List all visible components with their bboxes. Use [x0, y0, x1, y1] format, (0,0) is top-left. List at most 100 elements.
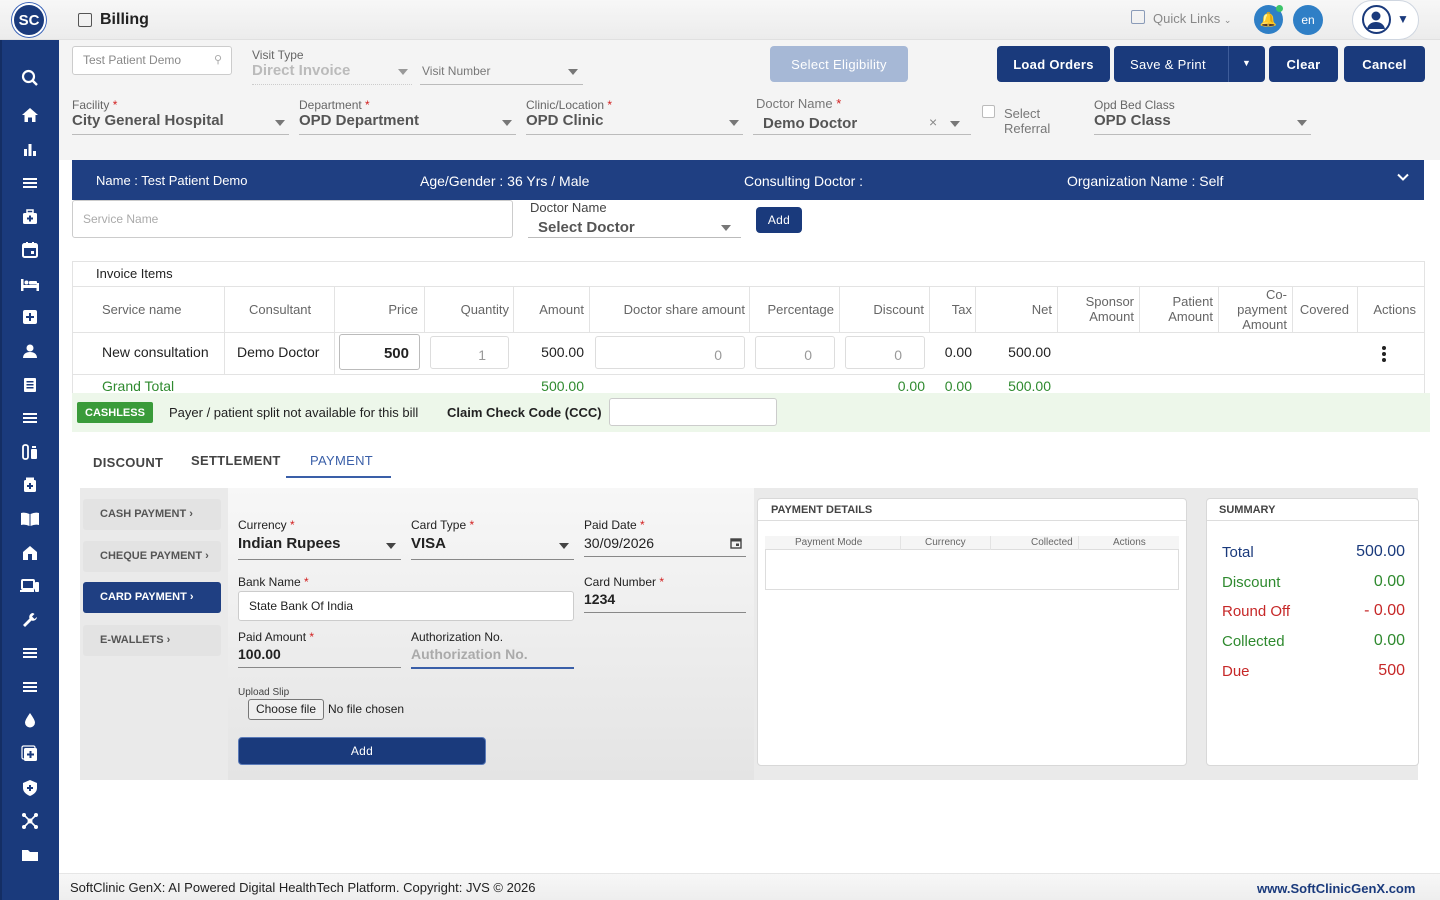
add-payment-button[interactable]: Add — [238, 737, 486, 765]
currency-underline — [238, 559, 401, 560]
card-number-underline — [584, 612, 746, 613]
search-icon[interactable] — [19, 69, 41, 91]
doctor-select[interactable]: Demo Doctor — [763, 115, 857, 132]
app-logo[interactable]: SC — [12, 3, 46, 37]
building-icon[interactable] — [19, 544, 41, 566]
auth-underline — [411, 667, 574, 669]
sidebar — [0, 40, 59, 900]
folder-icon[interactable] — [19, 846, 41, 868]
col-divider — [589, 286, 590, 333]
doctor-share-input[interactable]: 0 — [595, 336, 745, 369]
invoice-items-title: Invoice Items — [96, 266, 173, 281]
col-divider — [1057, 286, 1058, 333]
clear-x-icon[interactable]: × — [929, 114, 937, 130]
menu-icon[interactable] — [19, 678, 41, 700]
pill-icon[interactable] — [19, 476, 41, 498]
ccc-input[interactable] — [609, 398, 777, 426]
price-input[interactable]: 500 — [339, 334, 420, 370]
e-wallets-button[interactable]: E-WALLETS › — [83, 625, 221, 656]
vial-icon[interactable] — [19, 443, 41, 465]
referral-checkbox[interactable] — [982, 105, 995, 118]
language-button[interactable]: en — [1293, 5, 1323, 35]
menu-icon[interactable] — [19, 409, 41, 431]
summary-discount-value: 0.00 — [1373, 573, 1405, 590]
clinic-select[interactable]: OPD Clinic — [526, 112, 604, 129]
ccc-label: Claim Check Code (CCC) — [447, 405, 602, 420]
upload-slip-label: Upload Slip — [238, 687, 290, 698]
chevron-down-icon — [1297, 120, 1307, 126]
quick-links-icon[interactable] — [1131, 10, 1145, 24]
facility-select[interactable]: City General Hospital — [72, 112, 224, 129]
tab-payment[interactable]: PAYMENT — [310, 453, 373, 468]
bank-name-input[interactable]: State Bank Of India — [238, 591, 574, 621]
auth-input[interactable]: Authorization No. — [411, 646, 528, 662]
col-divider — [1357, 286, 1358, 333]
pd-col-collected: Collected — [1031, 537, 1073, 548]
visit-type-select[interactable]: Direct Invoice — [252, 62, 350, 79]
card-number-input[interactable]: 1234 — [584, 591, 615, 607]
select-referral-label: Select Referral — [1004, 106, 1051, 136]
patient-search-input[interactable]: Test Patient Demo — [72, 46, 232, 75]
patient-banner[interactable]: Name : Test Patient Demo Age/Gender : 36… — [72, 160, 1424, 200]
calendar-icon[interactable] — [19, 241, 41, 263]
department-label: Department * — [299, 98, 370, 112]
quantity-input[interactable]: 1 — [430, 336, 509, 369]
chevron-down-icon[interactable]: ▼ — [1242, 58, 1251, 68]
add-doc-icon[interactable] — [19, 745, 41, 767]
menu-icon[interactable] — [19, 174, 41, 196]
cheque-payment-button[interactable]: CHEQUE PAYMENT › — [83, 541, 221, 572]
wrench-icon[interactable] — [19, 611, 41, 633]
drop-icon[interactable] — [19, 711, 41, 733]
col-amount: Amount — [539, 302, 584, 317]
menu-icon[interactable] — [19, 644, 41, 666]
tab-discount[interactable]: DISCOUNT — [93, 455, 163, 470]
person-icon[interactable] — [19, 342, 41, 364]
calendar-icon[interactable] — [730, 537, 742, 552]
paid-amount-input[interactable]: 100.00 — [238, 646, 281, 662]
card-divider — [758, 520, 1186, 521]
summary-collected-value: 0.00 — [1373, 632, 1405, 649]
plus-box-icon[interactable] — [19, 308, 41, 330]
add-service-button[interactable]: Add — [756, 207, 802, 233]
network-icon[interactable] — [19, 812, 41, 834]
document-icon[interactable] — [19, 376, 41, 398]
visit-number-select[interactable]: Visit Number — [422, 64, 490, 78]
col-patient-amount: Patient Amount — [1168, 294, 1213, 324]
select-eligibility-button[interactable]: Select Eligibility — [770, 46, 908, 82]
tab-settlement[interactable]: SETTLEMENT — [191, 453, 281, 468]
col-price: Price — [388, 302, 418, 317]
card-payment-button[interactable]: CARD PAYMENT › — [83, 582, 221, 613]
chevron-down-icon[interactable] — [1396, 170, 1410, 187]
cash-payment-button[interactable]: CASH PAYMENT › — [83, 499, 221, 530]
choose-file-button[interactable]: Choose file — [248, 699, 324, 720]
summary-round-off-value: - 0.00 — [1364, 602, 1405, 619]
devices-icon[interactable] — [19, 577, 41, 599]
cancel-button[interactable]: Cancel — [1344, 46, 1425, 82]
more-vertical-icon[interactable] — [1381, 345, 1387, 366]
billing-icon — [78, 13, 92, 27]
service-name-input[interactable]: Service Name — [72, 200, 513, 238]
card-type-select[interactable]: VISA — [411, 535, 446, 552]
footer-website-link[interactable]: www.SoftClinicGenX.com — [1257, 881, 1415, 896]
home-icon[interactable] — [19, 106, 41, 128]
percentage-input[interactable]: 0 — [755, 336, 835, 369]
load-orders-button[interactable]: Load Orders — [997, 46, 1110, 82]
shield-icon[interactable] — [19, 779, 41, 801]
col-tax: Tax — [951, 302, 972, 317]
col-divider — [1218, 286, 1219, 333]
quick-links-dropdown[interactable]: Quick Links ⌄ — [1153, 11, 1231, 26]
bed-icon[interactable] — [19, 275, 41, 297]
currency-label: Currency * — [238, 518, 295, 532]
bed-class-select[interactable]: OPD Class — [1094, 112, 1171, 129]
discount-input[interactable]: 0 — [845, 336, 925, 369]
col-percentage: Percentage — [767, 302, 835, 317]
book-icon[interactable] — [19, 510, 41, 532]
bar-chart-icon[interactable] — [19, 140, 41, 162]
service-doctor-select[interactable]: Select Doctor — [538, 219, 635, 236]
department-select[interactable]: OPD Department — [299, 112, 419, 129]
paid-date-input[interactable]: 30/09/2026 — [584, 535, 654, 551]
clear-button[interactable]: Clear — [1269, 46, 1338, 82]
medical-bag-icon[interactable] — [19, 208, 41, 230]
currency-select[interactable]: Indian Rupees — [238, 535, 341, 552]
payment-details-title: PAYMENT DETAILS — [771, 504, 873, 516]
